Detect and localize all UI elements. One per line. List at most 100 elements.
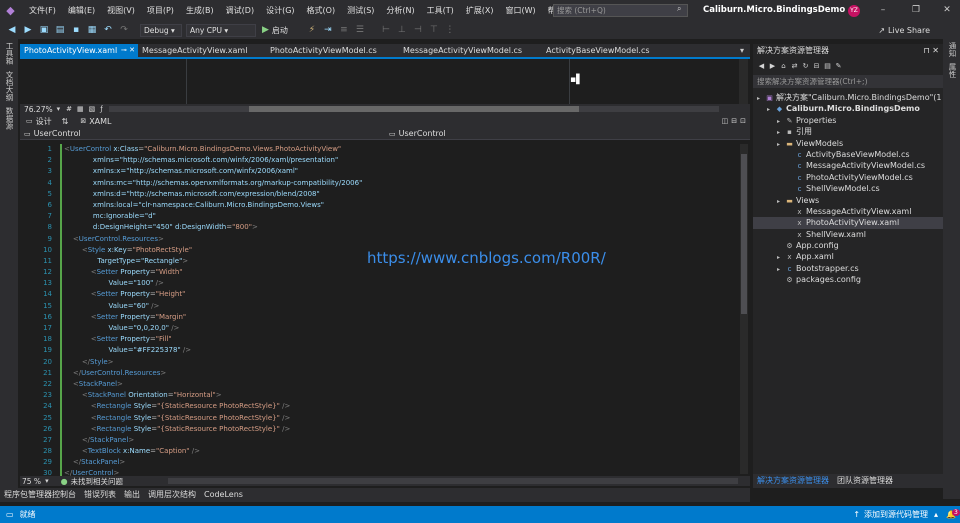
- solution-search-input[interactable]: 搜索解决方案资源管理器(Ctrl+;): [753, 75, 943, 88]
- show-all-icon[interactable]: ▤: [823, 62, 832, 70]
- document-tab[interactable]: PhotoActivityViewModel.cs: [266, 44, 399, 57]
- editor-zoom[interactable]: 75 %: [22, 477, 41, 486]
- code-line[interactable]: xmlns:mc="http://schemas.openxmlformats.…: [64, 178, 744, 189]
- fx-icon[interactable]: ƒ: [100, 105, 102, 113]
- vertical-split-icon[interactable]: ◫: [722, 117, 729, 125]
- menu-item[interactable]: 窗口(W): [500, 0, 542, 21]
- menu-item[interactable]: 工具(T): [421, 0, 460, 21]
- code-line[interactable]: xmlns:d="http://schemas.microsoft.com/ex…: [64, 189, 744, 200]
- document-tab[interactable]: PhotoActivityView.xaml ⊸ ✕: [20, 44, 138, 57]
- code-line[interactable]: xmlns:local="clr-namespace:Caliburn.Micr…: [64, 200, 744, 211]
- tree-item[interactable]: c ShellViewModel.cs: [753, 183, 943, 194]
- distribute-icon[interactable]: ⋮: [444, 24, 456, 36]
- live-share-button[interactable]: ↗ Live Share: [878, 26, 930, 35]
- code-line[interactable]: Value="#FF225378" />: [64, 345, 744, 356]
- back-icon[interactable]: ◀: [6, 24, 18, 36]
- align-top-icon[interactable]: ⊤: [428, 24, 440, 36]
- home-icon[interactable]: ⌂: [779, 62, 788, 70]
- code-line[interactable]: </StackPanel>: [64, 435, 744, 446]
- bottom-tab[interactable]: 调用层次结构: [144, 488, 200, 502]
- collapse-pane-icon[interactable]: ⊡: [740, 117, 746, 125]
- tree-item[interactable]: ⚙ packages.config: [753, 274, 943, 285]
- tree-item[interactable]: c MessageActivityViewModel.cs: [753, 160, 943, 171]
- restore-icon[interactable]: ❐: [905, 0, 927, 21]
- forward-icon[interactable]: ▶: [768, 62, 777, 70]
- snap-icon[interactable]: ▦: [77, 105, 84, 113]
- code-lines[interactable]: <UserControl x:Class="Caliburn.Micro.Bin…: [64, 144, 744, 476]
- close-icon[interactable]: ✕: [936, 0, 958, 21]
- zoom-dropdown-icon[interactable]: ▾: [45, 477, 49, 485]
- bottom-tab[interactable]: 输出: [120, 488, 144, 502]
- tree-item[interactable]: ⚙ App.config: [753, 240, 943, 251]
- effects-icon[interactable]: ▧: [89, 105, 96, 113]
- pin-icon[interactable]: ⊸ ✕: [121, 44, 135, 57]
- code-line[interactable]: <UserControl.Resources>: [64, 234, 744, 245]
- tree-item[interactable]: ▸ c Bootstrapper.cs: [753, 263, 943, 274]
- code-editor[interactable]: 1 2 3 4 5 6 7 8 9 10 11 12 13 14 15 16 17 18 19 20 21 22 23 24 2…: [20, 140, 750, 476]
- tree-item[interactable]: ▸ x App.xaml: [753, 251, 943, 262]
- tree-item[interactable]: ▸ ▬ Views: [753, 195, 943, 206]
- bottom-tab[interactable]: 程序包管理器控制台: [0, 488, 80, 502]
- code-line[interactable]: mc:Ignorable="d": [64, 211, 744, 222]
- nav-left-dropdown[interactable]: ▭ UserControl: [20, 129, 385, 138]
- tab-overflow-icon[interactable]: ▾: [740, 46, 744, 55]
- menu-item[interactable]: 调试(D): [220, 0, 260, 21]
- config-dropdown[interactable]: Debug ▾: [140, 23, 182, 37]
- new-project-icon[interactable]: ▣: [38, 24, 50, 36]
- undo-icon[interactable]: ↶: [102, 24, 114, 36]
- tree-item[interactable]: ▸ ✎ Properties: [753, 115, 943, 126]
- left-tab[interactable]: 文档大纲: [4, 68, 15, 104]
- menu-item[interactable]: 设计(G): [260, 0, 300, 21]
- tree-item[interactable]: x ShellView.xaml: [753, 229, 943, 240]
- left-tab[interactable]: 数据源: [4, 104, 15, 133]
- document-tab[interactable]: ActivityBaseViewModel.cs: [542, 44, 672, 57]
- grid-icon[interactable]: #: [66, 105, 72, 113]
- bottom-tab[interactable]: CodeLens: [200, 488, 247, 502]
- refresh-icon[interactable]: ↻: [801, 62, 810, 70]
- forward-icon[interactable]: ▶: [22, 24, 34, 36]
- hot-reload-icon[interactable]: ⚡: [306, 24, 318, 36]
- comment-icon[interactable]: ☰: [354, 24, 366, 36]
- align-right-icon[interactable]: ⊣: [412, 24, 424, 36]
- right-strip-tab[interactable]: 属性: [947, 60, 958, 81]
- code-line[interactable]: <Setter Property="Width": [64, 267, 744, 278]
- code-line[interactable]: </Style>: [64, 357, 744, 368]
- code-line[interactable]: Value="0,0,20,0" />: [64, 323, 744, 334]
- save-all-icon[interactable]: ▦: [86, 24, 98, 36]
- tree-item[interactable]: c ActivityBaseViewModel.cs: [753, 149, 943, 160]
- back-icon[interactable]: ◀: [757, 62, 766, 70]
- editor-scroll-thumb[interactable]: [741, 154, 747, 314]
- nav-right-dropdown[interactable]: ▭ UserControl: [385, 129, 446, 138]
- right-strip-tab[interactable]: 通知: [947, 39, 958, 60]
- collapse-all-icon[interactable]: ⊟: [812, 62, 821, 70]
- search-input[interactable]: 搜索 (Ctrl+Q): [553, 4, 688, 17]
- redo-icon[interactable]: ↷: [118, 24, 130, 36]
- menu-item[interactable]: 格式(O): [301, 0, 342, 21]
- open-icon[interactable]: ▤: [54, 24, 66, 36]
- horizontal-split-icon[interactable]: ⊟: [731, 117, 737, 125]
- tree-item[interactable]: x PhotoActivityView.xaml: [753, 217, 943, 229]
- tree-item[interactable]: c PhotoActivityViewModel.cs: [753, 172, 943, 183]
- zoom-dropdown-icon[interactable]: ▾: [57, 105, 61, 113]
- code-line[interactable]: xmlns="http://schemas.microsoft.com/winf…: [64, 155, 744, 166]
- tree-item[interactable]: ▸ ▬ ViewModels: [753, 138, 943, 149]
- add-to-source-control[interactable]: 添加到源代码管理: [864, 509, 928, 520]
- align-left-icon[interactable]: ⊢: [380, 24, 392, 36]
- xaml-designer-canvas[interactable]: ▪▌: [20, 57, 750, 104]
- code-line[interactable]: <UserControl x:Class="Caliburn.Micro.Bin…: [64, 144, 744, 155]
- expand-arrow-icon[interactable]: ▸: [777, 139, 785, 150]
- notifications-icon[interactable]: 🔔 3: [946, 509, 960, 519]
- code-line[interactable]: xmlns:x="http://schemas.microsoft.com/wi…: [64, 166, 744, 177]
- tab-xaml[interactable]: ⊠ XAML: [80, 117, 111, 126]
- menu-item[interactable]: 项目(P): [141, 0, 180, 21]
- code-line[interactable]: <StackPanel>: [64, 379, 744, 390]
- menu-item[interactable]: 生成(B): [180, 0, 220, 21]
- designer-scrollbar[interactable]: [739, 59, 748, 104]
- pin-icon[interactable]: ⊓ ✕: [924, 44, 940, 57]
- format-icon[interactable]: ≡: [338, 24, 350, 36]
- code-line[interactable]: d:DesignHeight="450" d:DesignWidth="800"…: [64, 222, 744, 233]
- explorer-tab[interactable]: 团队资源管理器: [833, 474, 897, 488]
- tree-item[interactable]: ▸ ◆ Caliburn.Micro.BindingsDemo: [753, 103, 943, 114]
- editor-h-scrollbar[interactable]: [168, 478, 738, 484]
- explorer-tab[interactable]: 解决方案资源管理器: [753, 474, 833, 488]
